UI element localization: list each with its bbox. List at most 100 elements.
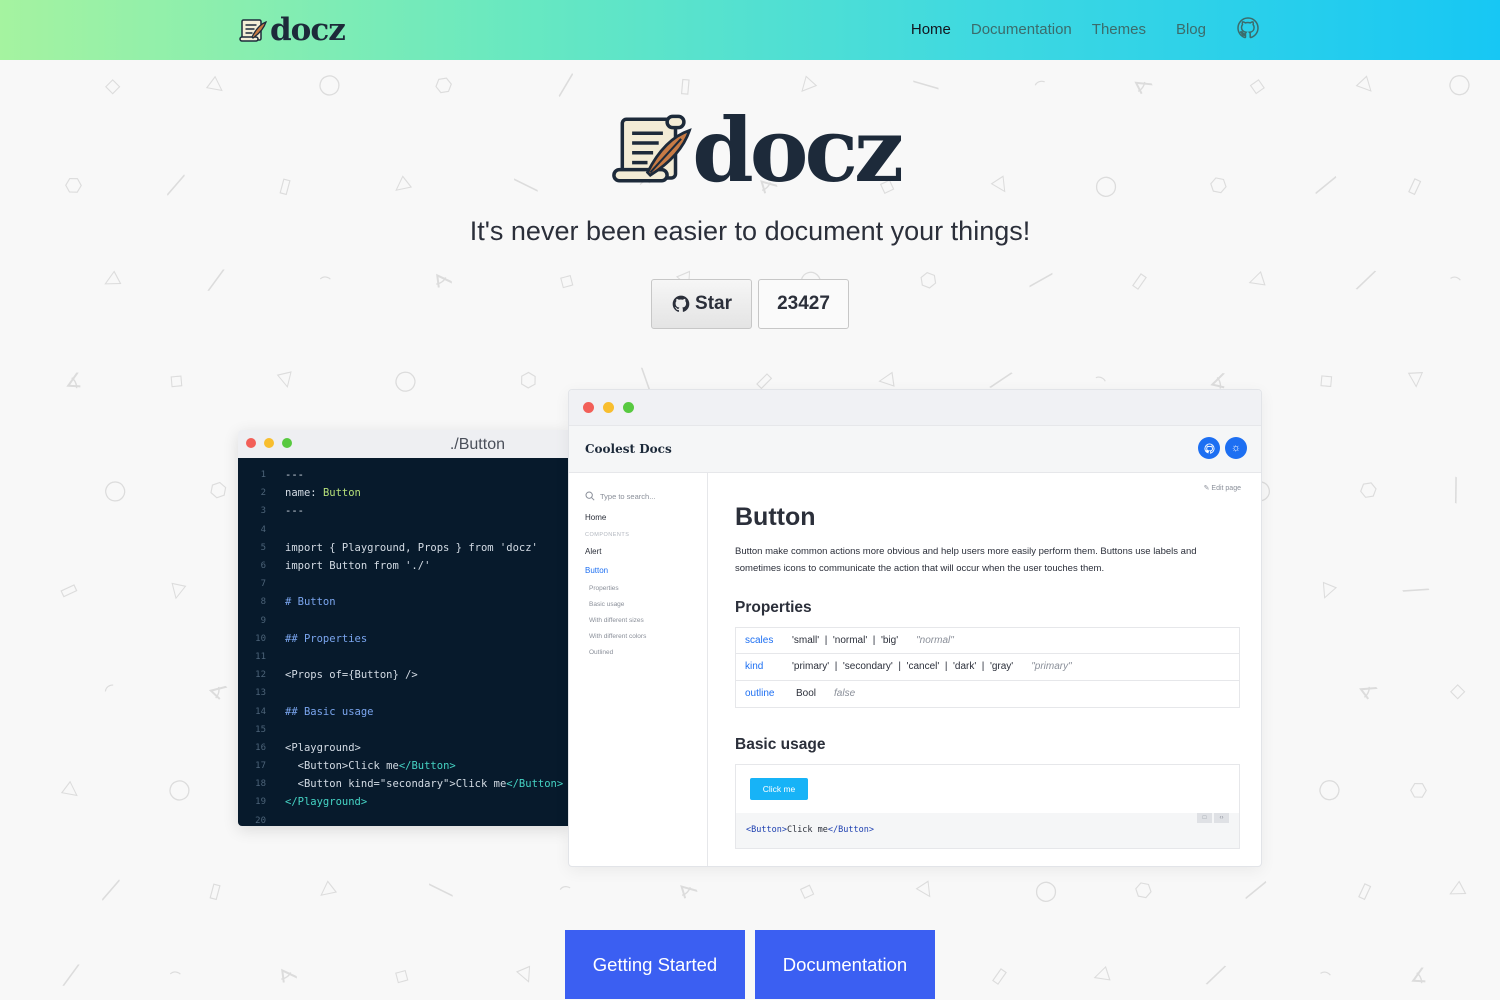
docs-preview-window: Coolest Docs ☼ Type to search... Home CO… — [568, 389, 1262, 867]
code-text: <Button kind="secondary">Click me</Butto… — [285, 778, 564, 791]
pattern-shape: ▽ — [388, 171, 417, 199]
code-line: 18 <Button kind="secondary">Click me</Bu… — [238, 775, 569, 793]
nav-themes[interactable]: Themes — [1092, 21, 1146, 38]
header-logo[interactable]: docz — [238, 12, 346, 48]
pattern-shape: ▷ — [913, 877, 942, 903]
github-star-button[interactable]: Star — [651, 279, 752, 329]
code-line: 8 # Button — [238, 593, 569, 611]
pattern-shape: ▽ — [1088, 963, 1117, 987]
pattern-shape: ◯ — [1448, 72, 1475, 98]
line-number: 18 — [255, 779, 266, 790]
pattern-shape: ▷ — [59, 775, 87, 805]
prop-row: scales 'small' | 'normal' | 'big' "norma… — [736, 628, 1239, 655]
pattern-shape: ▽ — [1316, 575, 1340, 605]
pattern-shape: ▷ — [204, 70, 232, 100]
pattern-shape: ▷ — [988, 172, 1017, 198]
page-title: Button — [735, 503, 816, 531]
code-line: 16 <Playground> — [238, 739, 569, 757]
line-number: 1 — [260, 470, 266, 481]
preview-header: Coolest Docs ☼ — [569, 426, 1261, 473]
code-text: --- — [285, 505, 304, 518]
sidebar-subitem-basic-usage[interactable]: Basic usage — [589, 601, 707, 608]
pattern-shape: ▯ — [277, 171, 294, 199]
pattern-shape: ▽ — [874, 370, 901, 390]
code-line: 15 — [238, 721, 569, 739]
sidebar-subitem-different-sizes[interactable]: With different sizes — [589, 617, 707, 624]
pattern-shape: ∡ — [674, 877, 704, 903]
code-line: 4 — [238, 521, 569, 539]
code-text: import { Playground, Props } from 'docz' — [285, 541, 538, 554]
code-text: <Button>Click me</Button> — [285, 760, 456, 772]
prop-default: "normal" — [916, 635, 954, 647]
pattern-shape: ◯ — [1318, 777, 1345, 803]
nav-home[interactable]: Home — [911, 21, 951, 38]
sidebar-subitem-properties[interactable]: Properties — [589, 585, 707, 592]
pattern-shape: ◇ — [1450, 678, 1466, 702]
pattern-shape: ◇ — [555, 265, 581, 295]
line-number: 4 — [260, 524, 266, 535]
code-close-tag: </Button> — [506, 778, 564, 791]
sidebar-item-alert[interactable]: Alert — [585, 547, 707, 556]
theme-toggle-icon[interactable]: ☼ — [1225, 437, 1247, 459]
code-line: 20 — [238, 812, 569, 826]
pattern-shape: ╲ — [97, 879, 125, 901]
edit-page-link[interactable]: ✎ Edit page — [1204, 484, 1241, 492]
pattern-shape: ∡ — [1353, 675, 1384, 705]
line-number: 11 — [255, 651, 266, 662]
pattern-shape: ⬡ — [60, 170, 88, 200]
playground-click-me-button[interactable]: Click me — [750, 778, 808, 800]
code-text: <Props of={Button} /> — [285, 669, 418, 682]
line-number: 9 — [260, 615, 266, 626]
code-line: 12 <Props of={Button} /> — [238, 666, 569, 684]
sidebar-item-button[interactable]: Button — [585, 566, 707, 575]
pattern-shape: ◇ — [1248, 71, 1268, 99]
line-number: 5 — [260, 542, 266, 553]
pattern-shape: ◯ — [1094, 172, 1119, 198]
close-dot — [583, 402, 594, 413]
sidebar-subitem-different-colors[interactable]: With different colors — [589, 633, 707, 640]
pattern-shape: ▽ — [313, 876, 342, 904]
code-text: # Button — [285, 596, 336, 608]
pattern-shape: ╲ — [638, 367, 654, 393]
code-toggle-icon[interactable]: ‹› — [1214, 813, 1229, 823]
sidebar-subitem-outlined[interactable]: Outlined — [589, 649, 707, 656]
edit-page-label: Edit page — [1211, 485, 1241, 492]
pattern-shape: ╱ — [1206, 961, 1226, 989]
preview-content: ✎ Edit page Button Button make common ac… — [735, 473, 1241, 866]
pattern-shape: ∡ — [1129, 71, 1159, 99]
code-open-tag: <Button> — [297, 760, 349, 773]
nav-blog[interactable]: Blog — [1176, 21, 1206, 38]
star-count[interactable]: 23427 — [758, 279, 849, 329]
main-nav: Home Documentation Themes Blog — [911, 16, 1260, 42]
prop-type: Bool — [796, 688, 817, 700]
code-text: import Button from './' — [285, 560, 431, 573]
code-line: 3 --- — [238, 502, 569, 520]
pattern-shape: ╱ — [1356, 266, 1376, 294]
code-line: 11 — [238, 648, 569, 666]
documentation-button[interactable]: Documentation — [755, 930, 935, 999]
pattern-shape: ╲ — [162, 174, 190, 196]
getting-started-button[interactable]: Getting Started — [565, 930, 745, 999]
line-number: 19 — [255, 797, 266, 808]
github-icon[interactable] — [1198, 437, 1220, 459]
code-open-tag: <Button> — [746, 825, 787, 835]
pattern-shape: ▯ — [1355, 876, 1376, 904]
github-star-widget: Star 23427 — [651, 279, 849, 329]
search-placeholder: Type to search... — [600, 491, 656, 501]
copy-icon[interactable]: □ — [1197, 813, 1212, 823]
pattern-shape: ╲ — [552, 73, 580, 97]
pattern-shape: ╱ — [513, 178, 539, 192]
github-icon[interactable] — [1236, 16, 1260, 42]
code-text: ## Basic usage — [285, 706, 374, 718]
search-input[interactable]: Type to search... — [585, 491, 707, 501]
preview-brand[interactable]: Coolest Docs — [585, 442, 672, 456]
prop-name: kind — [745, 661, 764, 673]
pattern-shape: ◯ — [1034, 877, 1059, 903]
sidebar-item-home[interactable]: Home — [585, 513, 707, 522]
pattern-shape: ◜ — [312, 268, 336, 292]
code-inner-text: Click me — [455, 778, 507, 791]
code-line: 7 — [238, 575, 569, 593]
pattern-shape: ∡ — [64, 367, 84, 393]
pattern-shape: ◯ — [166, 775, 196, 805]
nav-documentation[interactable]: Documentation — [971, 21, 1072, 38]
